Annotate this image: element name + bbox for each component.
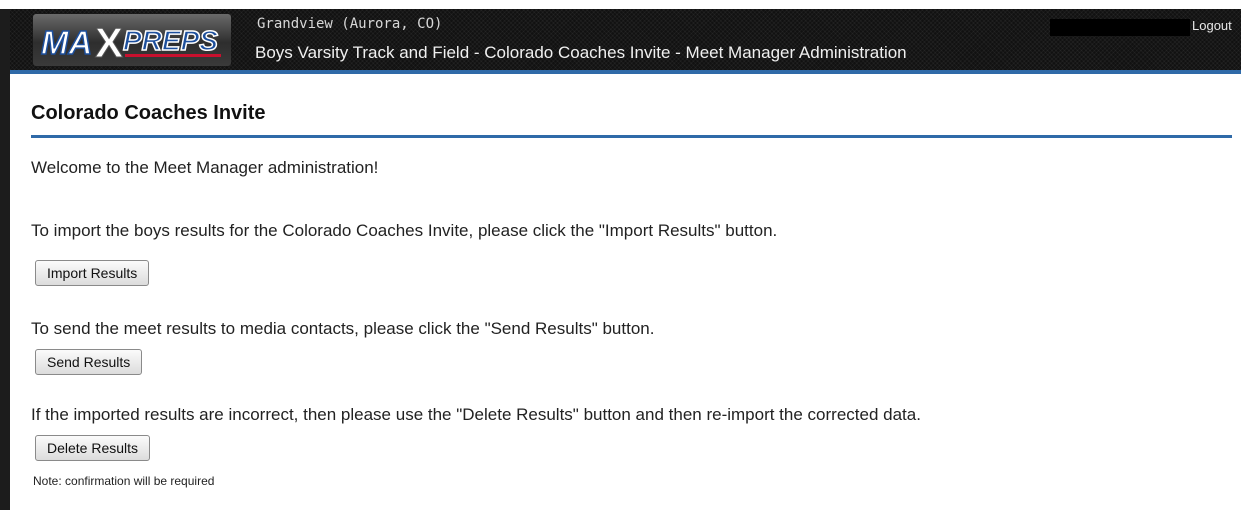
maxpreps-logo-icon: MA X PREPS xyxy=(40,19,221,66)
title-divider xyxy=(31,135,1232,138)
page-subtitle: Boys Varsity Track and Field - Colorado … xyxy=(255,43,907,62)
delete-instructions: If the imported results are incorrect, t… xyxy=(31,405,921,424)
import-results-button[interactable]: Import Results xyxy=(35,260,150,286)
send-instructions: To send the meet results to media contac… xyxy=(31,319,655,338)
confirmation-note: Note: confirmation will be required xyxy=(33,474,215,488)
import-instructions: To import the boys results for the Color… xyxy=(31,221,778,240)
logo-preps: PREPS xyxy=(123,25,218,56)
school-name: Grandview (Aurora, CO) xyxy=(257,16,443,32)
page: MA X PREPS Grandview (Aurora, CO) Boys V… xyxy=(0,0,1241,510)
send-results-button[interactable]: Send Results xyxy=(35,349,143,375)
logo-ma: MA xyxy=(41,24,92,61)
maxpreps-logo[interactable]: MA X PREPS xyxy=(33,14,231,66)
logo-underline xyxy=(125,54,221,57)
logo-x: X xyxy=(95,19,123,66)
user-name-box xyxy=(1050,19,1190,36)
delete-results-button[interactable]: Delete Results xyxy=(35,435,151,461)
site-header: MA X PREPS Grandview (Aurora, CO) Boys V… xyxy=(10,9,1241,70)
top-margin xyxy=(0,0,1241,9)
logout-link[interactable]: Logout xyxy=(1192,18,1232,33)
main-content: Colorado Coaches Invite Welcome to the M… xyxy=(10,74,1241,510)
welcome-text: Welcome to the Meet Manager administrati… xyxy=(31,158,379,177)
page-title: Colorado Coaches Invite xyxy=(31,102,266,124)
left-edge xyxy=(0,9,10,510)
